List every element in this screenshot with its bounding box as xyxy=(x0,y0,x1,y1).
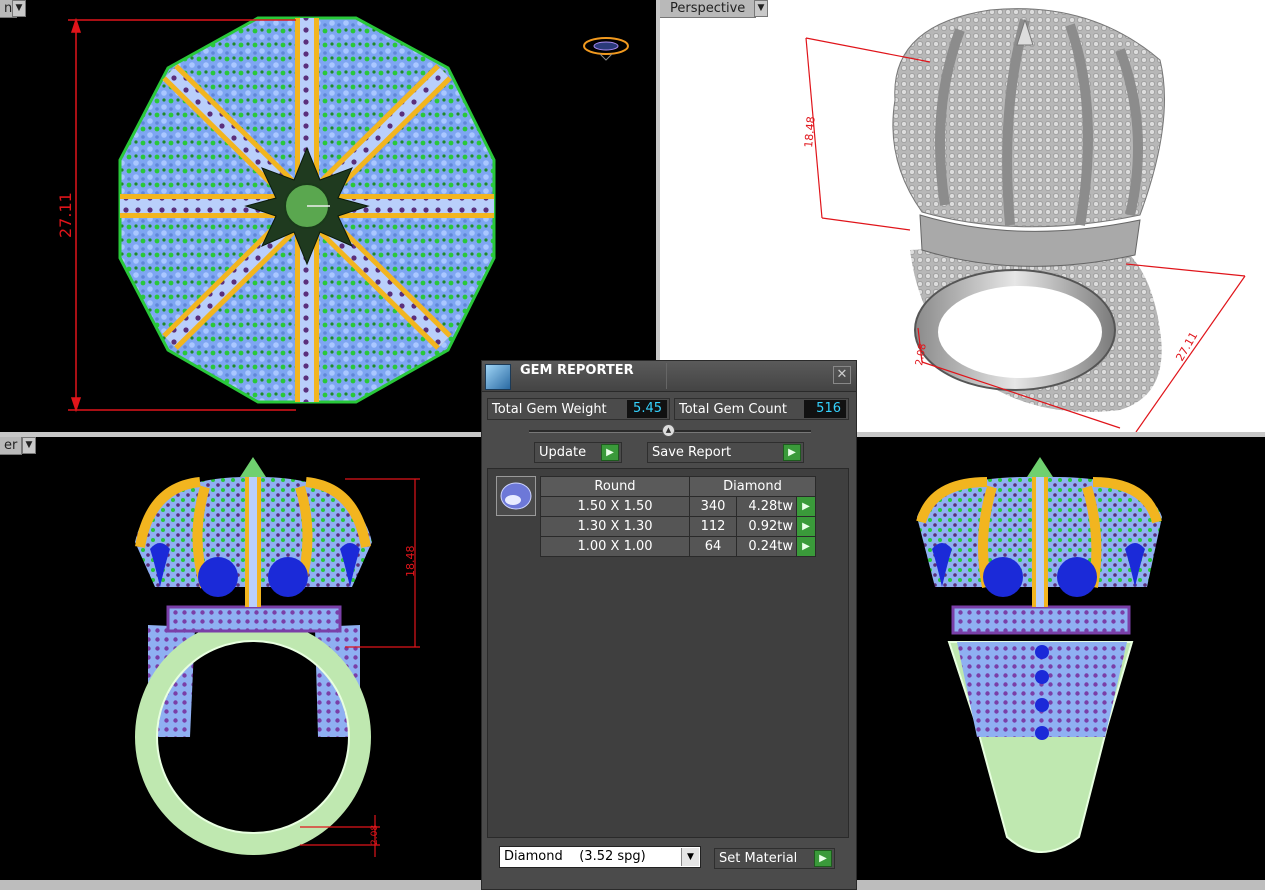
gem-size: 1.50 X 1.50 xyxy=(540,496,690,517)
total-gem-weight-row: Total Gem Weight 5.45 xyxy=(487,398,670,420)
row-arrow-icon[interactable]: ▶ xyxy=(796,516,816,537)
chevron-down-icon[interactable]: ▼ xyxy=(681,848,699,866)
dimension-persp-height: 18.48 xyxy=(802,116,818,149)
gem-reporter-title: GEM REPORTER xyxy=(520,363,634,378)
update-button[interactable]: Update ▶ xyxy=(534,442,622,463)
play-arrow-icon[interactable]: ▶ xyxy=(814,850,832,867)
gem-reporter-titlebar[interactable]: GEM REPORTER ✕ xyxy=(482,361,856,392)
gem-list-area[interactable]: Round Diamond 1.50 X 1.50 340 4.28tw ▶ 1… xyxy=(487,468,849,838)
dimension-front-height: 18.48 xyxy=(404,546,417,578)
table-row[interactable]: 1.50 X 1.50 340 4.28tw ▶ xyxy=(540,496,816,517)
gem-count: 112 xyxy=(689,516,737,537)
titlebar-divider xyxy=(666,363,667,389)
material-select[interactable]: Diamond (3.52 spg) ▼ xyxy=(499,846,701,868)
gem-table-header-row: Round Diamond xyxy=(540,476,816,497)
material-select-value: Diamond (3.52 spg) xyxy=(504,849,646,864)
table-row[interactable]: 1.30 X 1.30 112 0.92tw ▶ xyxy=(540,516,816,537)
row-arrow-icon[interactable]: ▶ xyxy=(796,496,816,517)
set-material-button-label: Set Material xyxy=(719,851,798,866)
gem-size: 1.00 X 1.00 xyxy=(540,536,690,557)
ring-front-view: 18.48 2.08 xyxy=(135,457,420,857)
row-arrow-icon[interactable]: ▶ xyxy=(796,536,816,557)
round-diamond-icon[interactable] xyxy=(496,476,536,516)
total-gem-count-value: 516 xyxy=(804,400,846,418)
gem-size: 1.30 X 1.30 xyxy=(540,516,690,537)
set-material-button[interactable]: Set Material ▶ xyxy=(714,848,835,869)
report-slider-handle[interactable]: ▲ xyxy=(662,424,675,437)
gem-weight: 4.28tw xyxy=(736,496,797,517)
update-button-label: Update xyxy=(539,445,587,460)
gem-material-header: Diamond xyxy=(689,476,816,497)
save-report-button-label: Save Report xyxy=(652,445,732,460)
gem-weight: 0.24tw xyxy=(736,536,797,557)
total-gem-count-row: Total Gem Count 516 xyxy=(674,398,849,420)
play-arrow-icon[interactable]: ▶ xyxy=(601,444,619,461)
gem-weight: 0.92tw xyxy=(736,516,797,537)
gem-reporter-panel: GEM REPORTER ✕ Total Gem Weight 5.45 Tot… xyxy=(481,360,857,890)
close-icon[interactable]: ✕ xyxy=(833,366,851,384)
gem-shape-header: Round xyxy=(540,476,690,497)
ring-side-view xyxy=(916,457,1162,853)
dimension-top-width: 27.11 xyxy=(56,192,75,238)
gem-reporter-app-icon xyxy=(485,364,511,390)
gem-count: 64 xyxy=(689,536,737,557)
view-cube-icon xyxy=(583,37,629,61)
gem-count: 340 xyxy=(689,496,737,517)
save-report-button[interactable]: Save Report ▶ xyxy=(647,442,804,463)
table-row[interactable]: 1.00 X 1.00 64 0.24tw ▶ xyxy=(540,536,816,557)
viewport-front[interactable]: er ▼ 18.48 2.08 xyxy=(0,437,481,880)
gem-table: Round Diamond 1.50 X 1.50 340 4.28tw ▶ 1… xyxy=(540,476,816,557)
total-gem-weight-value: 5.45 xyxy=(627,400,667,418)
viewport-side[interactable] xyxy=(857,437,1265,880)
play-arrow-icon[interactable]: ▶ xyxy=(783,444,801,461)
dimension-front-small: 2.08 xyxy=(370,825,380,845)
